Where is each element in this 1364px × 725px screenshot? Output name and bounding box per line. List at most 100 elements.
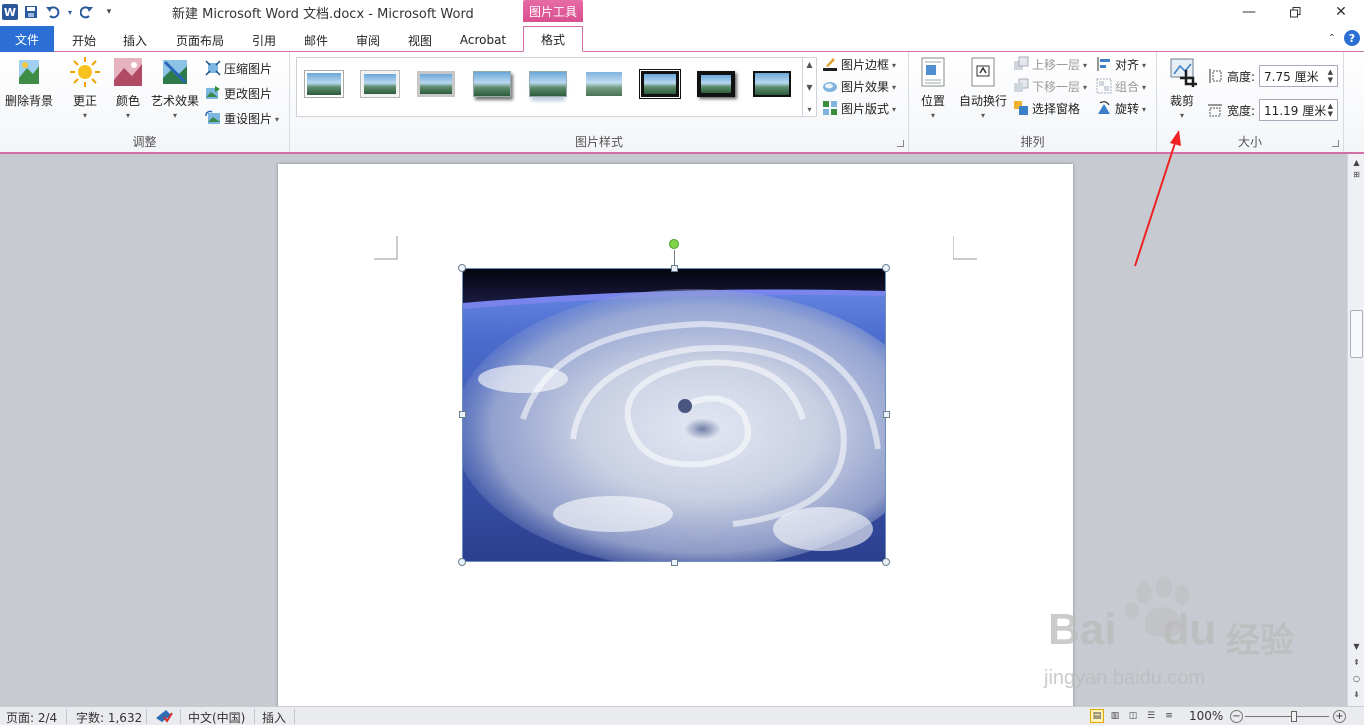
width-spinner[interactable]: ▲ ▼ — [1328, 102, 1333, 118]
hurricane-picture[interactable] — [462, 268, 886, 562]
send-backward-button[interactable]: 下移一层 ▾ — [1013, 76, 1087, 96]
size-launcher-icon[interactable] — [1332, 140, 1339, 147]
print-layout-view-icon[interactable]: ▤ — [1090, 709, 1104, 723]
group-adjust-label: 调整 — [132, 135, 157, 149]
tab-insert[interactable]: 插入 — [113, 28, 157, 52]
wrap-text-icon — [971, 57, 995, 87]
resize-handle-bottom[interactable] — [671, 559, 678, 566]
group-size: 裁剪 ▾ 高度: 7.75 厘米 ▲ ▼ 宽度: 11.19 厘米 ▲ ▼ 大小 — [1157, 52, 1344, 152]
web-layout-icon[interactable]: ◫ — [1126, 709, 1140, 723]
zoom-out-icon[interactable]: − — [1230, 710, 1243, 723]
style-drop-shadow[interactable] — [471, 67, 513, 101]
style-simple-frame-black[interactable] — [751, 67, 793, 101]
color-palette-icon — [114, 58, 142, 86]
tab-format[interactable]: 格式 — [523, 26, 583, 52]
style-reflected[interactable] — [527, 67, 569, 101]
scroll-down-icon[interactable]: ▼ — [1350, 640, 1363, 652]
gallery-more-icon[interactable]: ▾ — [807, 105, 811, 114]
group-button[interactable]: 组合 ▾ — [1096, 76, 1146, 96]
previous-page-icon[interactable]: ⇞ — [1350, 656, 1363, 668]
artistic-effects-button[interactable]: 艺术效果 ▾ — [150, 56, 200, 120]
full-screen-reading-icon[interactable]: ▥ — [1108, 709, 1122, 723]
help-icon[interactable]: ? — [1344, 30, 1360, 46]
document-page[interactable] — [278, 164, 1073, 706]
compress-pictures-button[interactable]: 压缩图片 — [205, 58, 272, 78]
picture-styles-launcher-icon[interactable] — [897, 140, 904, 147]
picture-effects-button[interactable]: 图片效果 ▾ — [822, 76, 896, 96]
style-simple-frame-white[interactable] — [303, 67, 345, 101]
undo-icon[interactable] — [44, 3, 62, 21]
scrollbar-thumb[interactable] — [1350, 310, 1363, 358]
save-icon[interactable] — [22, 3, 40, 21]
ruler-toggle-icon[interactable]: ⊞ — [1350, 168, 1363, 180]
next-page-icon[interactable]: ⇟ — [1350, 688, 1363, 700]
zoom-slider-thumb[interactable] — [1291, 711, 1297, 722]
tab-file[interactable]: 文件 — [0, 26, 54, 52]
gallery-down-icon[interactable]: ▼ — [806, 83, 812, 92]
tab-mailings[interactable]: 邮件 — [294, 28, 338, 52]
proofing-check-icon[interactable] — [154, 708, 174, 724]
color-button[interactable]: 颜色 ▾ — [108, 56, 148, 120]
tab-page-layout[interactable]: 页面布局 — [168, 28, 232, 52]
insert-mode-indicator[interactable]: 插入 — [262, 709, 286, 725]
select-browse-object-icon[interactable]: ○ — [1350, 672, 1363, 684]
word-count[interactable]: 字数: 1,632 — [76, 709, 142, 725]
resize-handle-top-left[interactable] — [458, 264, 466, 272]
outline-view-icon[interactable]: ☰ — [1144, 709, 1158, 723]
height-spinner[interactable]: ▲ ▼ — [1328, 68, 1333, 84]
width-icon — [1208, 104, 1222, 117]
zoom-in-icon[interactable]: + — [1333, 710, 1346, 723]
tab-home[interactable]: 开始 — [62, 28, 106, 52]
minimize-button[interactable]: — — [1226, 0, 1272, 24]
resize-handle-bottom-right[interactable] — [882, 558, 890, 566]
gallery-scroll[interactable]: ▲ ▼ ▾ — [802, 58, 816, 116]
picture-layout-button[interactable]: 图片版式 ▾ — [822, 98, 896, 118]
customize-qat-icon[interactable]: ▾ — [100, 3, 118, 21]
rotate-button[interactable]: 旋转 ▾ — [1096, 98, 1146, 118]
tab-references[interactable]: 引用 — [242, 28, 286, 52]
language-indicator[interactable]: 中文(中国) — [188, 709, 245, 725]
bring-forward-button[interactable]: 上移一层 ▾ — [1013, 54, 1087, 74]
rotation-handle[interactable] — [669, 239, 679, 249]
page-count[interactable]: 页面: 2/4 — [6, 709, 57, 725]
undo-dropdown-icon[interactable]: ▾ — [66, 3, 74, 21]
gallery-up-icon[interactable]: ▲ — [806, 60, 812, 69]
style-metal-frame[interactable] — [415, 67, 457, 101]
style-soft-edge[interactable] — [583, 67, 625, 101]
align-button[interactable]: 对齐 ▾ — [1096, 54, 1146, 74]
reset-picture-button[interactable]: 重设图片 ▾ — [205, 108, 279, 128]
zoom-level[interactable]: 100% — [1189, 709, 1223, 723]
resize-handle-left[interactable] — [459, 411, 466, 418]
scroll-up-icon[interactable]: ▲ — [1350, 156, 1363, 168]
picture-border-button[interactable]: 图片边框 ▾ — [822, 54, 896, 74]
resize-handle-top[interactable] — [671, 265, 678, 272]
tab-acrobat[interactable]: Acrobat — [450, 28, 516, 52]
selection-pane-button[interactable]: 选择窗格 — [1013, 98, 1080, 118]
position-button[interactable]: 位置 ▾ — [915, 56, 951, 120]
redo-icon[interactable] — [78, 3, 96, 21]
resize-handle-bottom-left[interactable] — [458, 558, 466, 566]
maximize-button[interactable] — [1272, 0, 1318, 24]
close-button[interactable]: ✕ — [1318, 0, 1364, 24]
resize-handle-top-right[interactable] — [882, 264, 890, 272]
tab-review[interactable]: 审阅 — [346, 28, 390, 52]
corrections-button[interactable]: 更正 ▾ — [64, 56, 106, 120]
corrections-label: 更正 — [72, 94, 97, 108]
zoom-slider[interactable] — [1245, 716, 1329, 717]
draft-view-icon[interactable]: ≡ — [1162, 709, 1176, 723]
remove-background-button[interactable]: 删除背景 — [3, 56, 55, 109]
style-double-frame-black[interactable] — [639, 67, 681, 101]
vertical-scrollbar[interactable]: ▲ ⊞ ▼ ⇞ ○ ⇟ — [1347, 154, 1364, 706]
style-beveled-matte[interactable] — [359, 67, 401, 101]
style-thick-matte-black[interactable] — [695, 67, 737, 101]
shape-width-field[interactable]: 11.19 厘米 ▲ ▼ — [1259, 99, 1339, 121]
watermark-brand: Bai — [1048, 605, 1117, 654]
wrap-text-button[interactable]: 自动换行 ▾ — [957, 56, 1009, 120]
tab-view[interactable]: 视图 — [398, 28, 442, 52]
minimize-ribbon-icon[interactable]: ⌃ — [1328, 33, 1336, 44]
crop-button[interactable]: 裁剪 ▾ — [1163, 56, 1201, 120]
change-picture-button[interactable]: 更改图片 — [205, 83, 272, 103]
resize-handle-right[interactable] — [883, 411, 890, 418]
word-logo-icon[interactable]: W — [2, 4, 18, 20]
shape-height-field[interactable]: 7.75 厘米 ▲ ▼ — [1259, 65, 1339, 87]
